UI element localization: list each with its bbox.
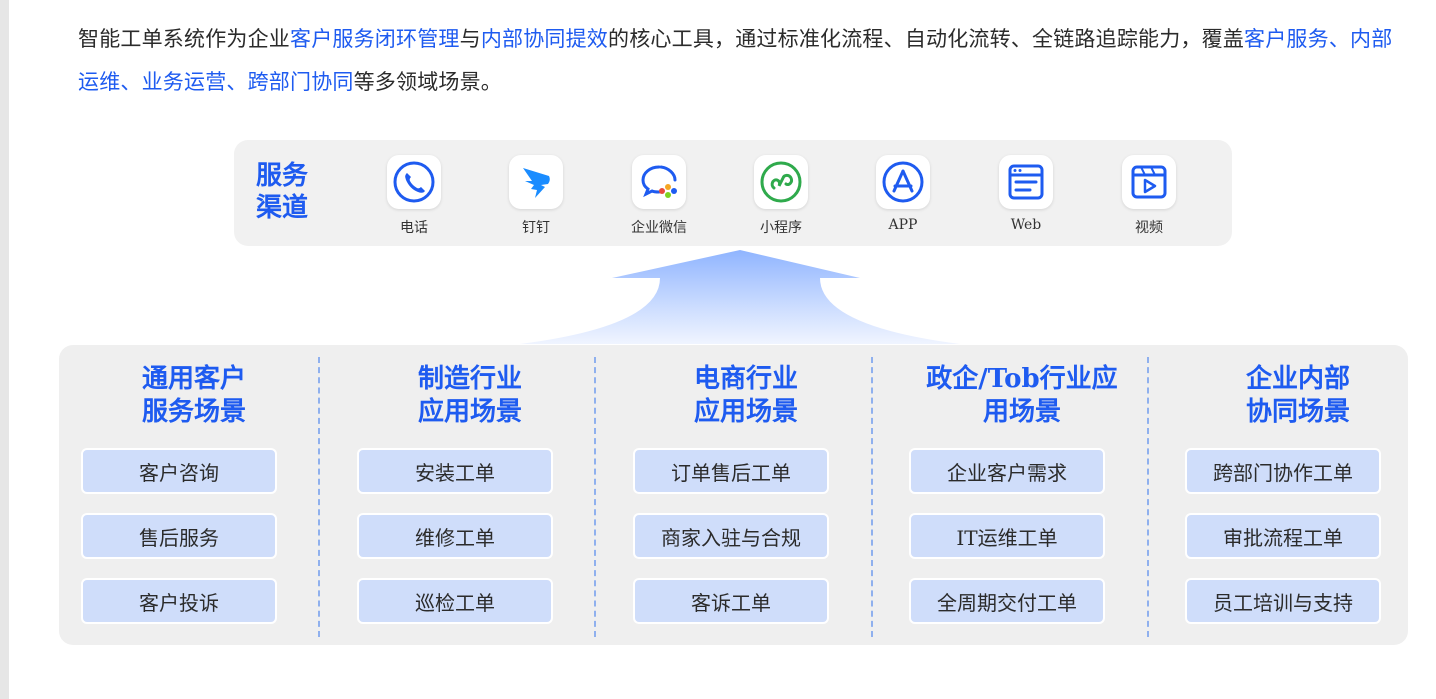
scenario-column-ecommerce: 电商行业 应用场景 订单售后工单 商家入驻与合规 客诉工单 [611, 345, 881, 645]
scenario-item: 客户投诉 [81, 578, 277, 624]
scenario-item: 审批流程工单 [1185, 513, 1381, 559]
scenario-column-government-tob: 政企/Tob行业应 用场景 企业客户需求 IT运维工单 全周期交付工单 [887, 345, 1157, 645]
scenario-item: IT运维工单 [909, 513, 1105, 559]
scenario-item: 客诉工单 [633, 578, 829, 624]
channel-dingtalk: 钉钉 [481, 155, 591, 237]
scenario-column-manufacturing: 制造行业 应用场景 安装工单 维修工单 巡检工单 [335, 345, 605, 645]
scenario-item: 全周期交付工单 [909, 578, 1105, 624]
scenario-title: 政企/Tob行业应 用场景 [926, 364, 1118, 427]
intro-highlight-2: 内部协同提效 [480, 27, 609, 51]
scenario-item: 员工培训与支持 [1185, 578, 1381, 624]
phone-icon [387, 155, 441, 209]
video-icon [1122, 155, 1176, 209]
scenario-item: 跨部门协作工单 [1185, 448, 1381, 494]
intro-text-1: 智能工单系统作为企业 [78, 27, 290, 51]
column-divider [594, 357, 596, 637]
channels-title: 服务 渠道 [256, 161, 309, 223]
channel-wecom: 企业微信 [604, 155, 714, 237]
intro-text-3: 的核心工具，通过标准化流程、自动化流转、全链路追踪能力，覆盖 [608, 27, 1245, 51]
scenarios-panel: 通用客户 服务场景 客户咨询 售后服务 客户投诉 制造行业 应用场景 安装工单 维修… [59, 345, 1408, 645]
channel-web: Web [971, 155, 1081, 233]
wecom-icon [632, 155, 686, 209]
scenario-item: 巡检工单 [357, 578, 553, 624]
scenario-title: 通用客户 服务场景 [141, 364, 246, 427]
column-divider [871, 357, 873, 637]
scenario-column-general: 通用客户 服务场景 客户咨询 售后服务 客户投诉 [59, 345, 329, 645]
scenario-item: 商家入驻与合规 [633, 513, 829, 559]
scenario-title: 电商行业 应用场景 [693, 364, 798, 427]
scenario-item: 企业客户需求 [909, 448, 1105, 494]
scenario-item: 安装工单 [357, 448, 553, 494]
intro-paragraph: 智能工单系统作为企业客户服务闭环管理与内部协同提效的核心工具，通过标准化流程、自… [78, 18, 1398, 104]
upward-arrow-graphic [520, 250, 960, 344]
channel-phone: 电话 [359, 155, 469, 237]
intro-text-2: 与 [459, 27, 481, 51]
scenario-item: 售后服务 [81, 513, 277, 559]
channel-video: 视频 [1094, 155, 1204, 237]
intro-highlight-1: 客户服务闭环管理 [290, 27, 460, 51]
scenario-item: 订单售后工单 [633, 448, 829, 494]
appstore-icon [876, 155, 930, 209]
scenario-title: 企业内部 协同场景 [1245, 364, 1350, 427]
miniprogram-icon [754, 155, 808, 209]
channel-app: APP [848, 155, 958, 233]
dingtalk-icon [509, 155, 563, 209]
scenario-item: 维修工单 [357, 513, 553, 559]
service-channels-panel: 服务 渠道 电话 钉钉 企业微信 小程序 APP Web 视频 [234, 140, 1232, 246]
scenario-item: 客户咨询 [81, 448, 277, 494]
scenario-column-internal: 企业内部 协同场景 跨部门协作工单 审批流程工单 员工培训与支持 [1163, 345, 1433, 645]
intro-text-4: 等多领域场景。 [353, 70, 503, 94]
web-icon [999, 155, 1053, 209]
channel-miniprogram: 小程序 [726, 155, 836, 237]
left-margin-rule [0, 0, 9, 699]
column-divider [1147, 357, 1149, 637]
scenario-title: 制造行业 应用场景 [417, 364, 522, 427]
column-divider [318, 357, 320, 637]
